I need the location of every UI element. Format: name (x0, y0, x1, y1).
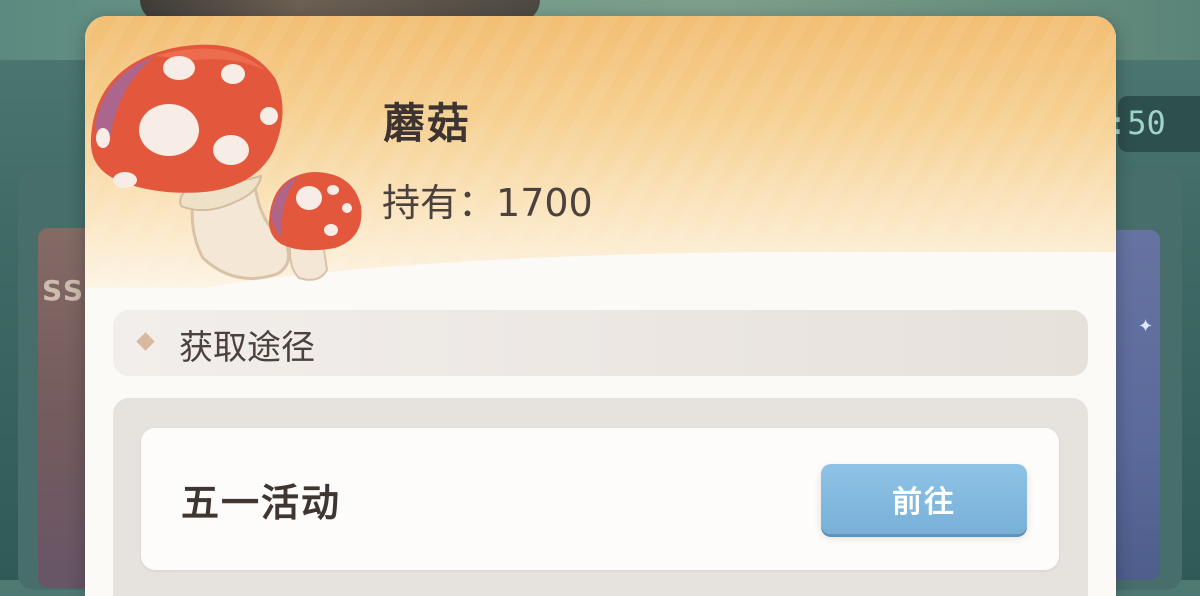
section-title: 获取途径 (179, 328, 315, 368)
item-detail-popup: 蘑菇 持有：1700 获取途径 五一活动 前往 (85, 16, 1116, 596)
source-label: 五一活动 (181, 480, 342, 525)
item-owned-count: 持有：1700 (382, 172, 593, 227)
owned-label: 持有： (382, 181, 497, 225)
mushroom-icon (90, 44, 362, 281)
item-name: 蘑菇 (383, 99, 472, 148)
background-card-left-text: SS (42, 274, 86, 307)
background-timer-text: :50 (1108, 104, 1166, 142)
acquisition-section-header: 获取途径 (113, 310, 1088, 376)
sparkle-icon: ✦ (1138, 316, 1154, 337)
list-item: 五一活动 前往 (141, 428, 1059, 570)
diamond-icon (136, 332, 155, 351)
acquisition-list: 五一活动 前往 (113, 398, 1088, 596)
go-button[interactable]: 前往 (821, 464, 1027, 534)
owned-value: 1700 (496, 181, 593, 225)
